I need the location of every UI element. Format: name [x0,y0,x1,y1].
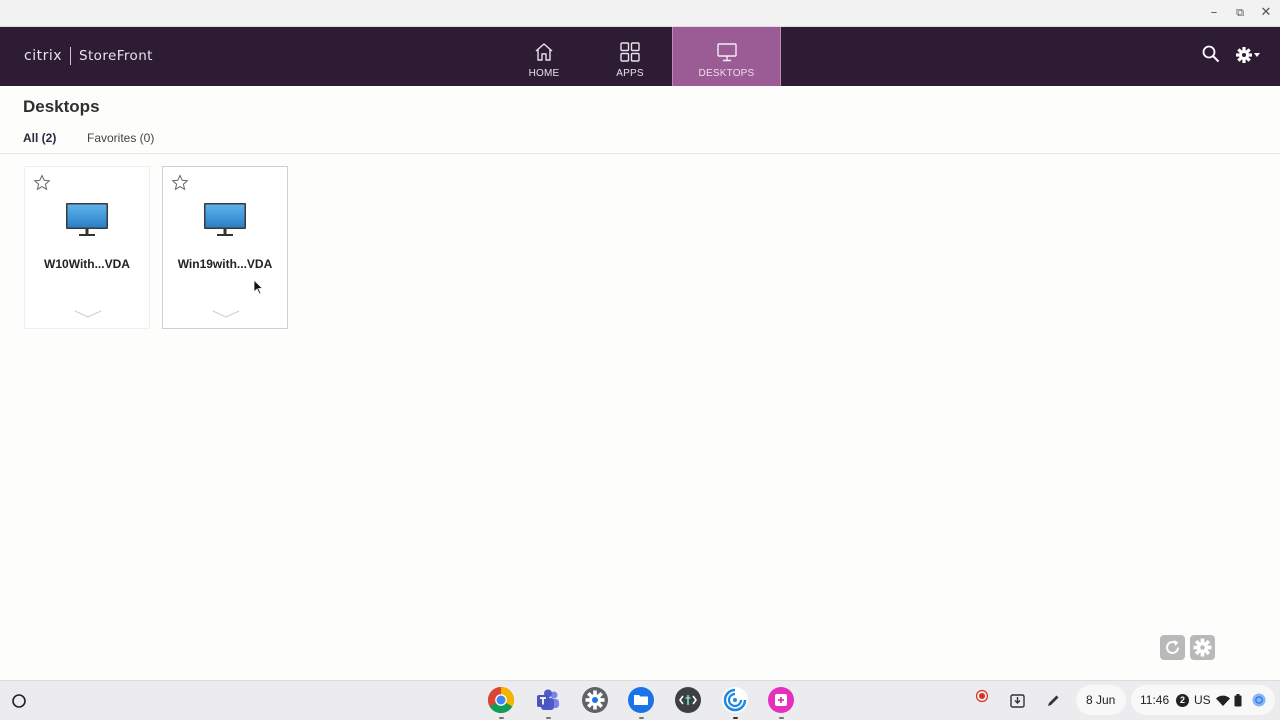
desktop-name: Win19with...VDA [177,257,273,271]
refresh-icon [1166,640,1179,654]
window-titlebar: – ⧉ ✕ [0,0,1280,27]
tab-apps[interactable]: APPS [602,27,658,86]
chevron-down-icon[interactable] [211,309,241,319]
settings-icon[interactable] [581,686,609,714]
desktop-monitor-icon [716,43,737,62]
screen-record-icon[interactable] [975,689,989,703]
running-indicator [779,717,784,719]
search-icon[interactable] [1201,44,1221,64]
tab-desktops-label: DESKTOPS [698,68,755,79]
desktop-tile[interactable]: W10With...VDA [24,166,150,329]
apps-grid-icon [620,42,640,62]
running-indicator [639,717,644,719]
float-settings-button[interactable] [1190,635,1215,660]
launcher-icon[interactable] [10,692,28,710]
minimize-button[interactable]: – [1205,4,1223,22]
notification-badge: 2 [1176,694,1189,707]
files-icon[interactable] [627,686,655,714]
chrome-icon[interactable] [487,686,515,714]
page-title: Desktops [23,97,100,116]
favorite-star-icon[interactable] [33,174,51,192]
os-shelf: 8 Jun 11:46 2 US [0,680,1280,720]
teams-icon[interactable] [534,686,562,714]
wifi-icon [1216,695,1230,706]
product-name: StoreFront [79,48,153,64]
top-navigation-bar: citrix StoreFront HOME APPS DESKTOPS [0,27,1280,86]
filter-all[interactable]: All (2) [23,131,56,145]
gear-icon [1193,638,1212,657]
filter-favorites[interactable]: Favorites (0) [87,131,154,145]
home-icon [535,43,553,61]
time-label: 11:46 [1140,693,1170,707]
running-indicator [499,717,504,719]
status-tray[interactable]: 11:46 2 US [1131,685,1275,715]
tab-home[interactable]: HOME [516,27,572,86]
tab-apps-label: APPS [616,68,644,79]
keyboard-layout-label: US [1194,693,1211,707]
mouse-cursor-icon [253,279,263,295]
chevron-down-icon[interactable] [73,309,103,319]
desktop-tile[interactable]: Win19with...VDA [162,166,288,329]
account-avatar-icon [1252,693,1266,707]
tote-icon[interactable] [1009,692,1026,709]
citrix-workspace-icon[interactable] [721,686,749,714]
section-divider [0,153,1280,154]
battery-icon [1234,694,1242,707]
running-indicator [546,717,551,719]
citrix-storefront-logo: citrix StoreFront [24,47,153,65]
tab-desktops[interactable]: DESKTOPS [672,27,781,86]
running-indicator [733,717,738,719]
date-tray[interactable]: 8 Jun [1076,685,1126,715]
settings-gear-dropdown-icon[interactable] [1235,46,1261,64]
desktop-name: W10With...VDA [44,257,130,271]
restore-button[interactable]: ⧉ [1231,4,1249,22]
date-label: 8 Jun [1086,693,1116,707]
close-button[interactable]: ✕ [1257,4,1275,22]
stylus-pen-icon[interactable] [1046,693,1061,708]
desktop-monitor-icon [204,203,246,236]
desktop-monitor-icon [66,203,108,236]
terminal-icon[interactable] [674,686,702,714]
refresh-button[interactable] [1160,635,1185,660]
canvas-app-icon[interactable] [767,686,795,714]
favorite-star-icon[interactable] [171,174,189,192]
tab-home-label: HOME [528,68,560,79]
brand-name: citrix [24,48,63,64]
brand-separator [70,47,72,65]
